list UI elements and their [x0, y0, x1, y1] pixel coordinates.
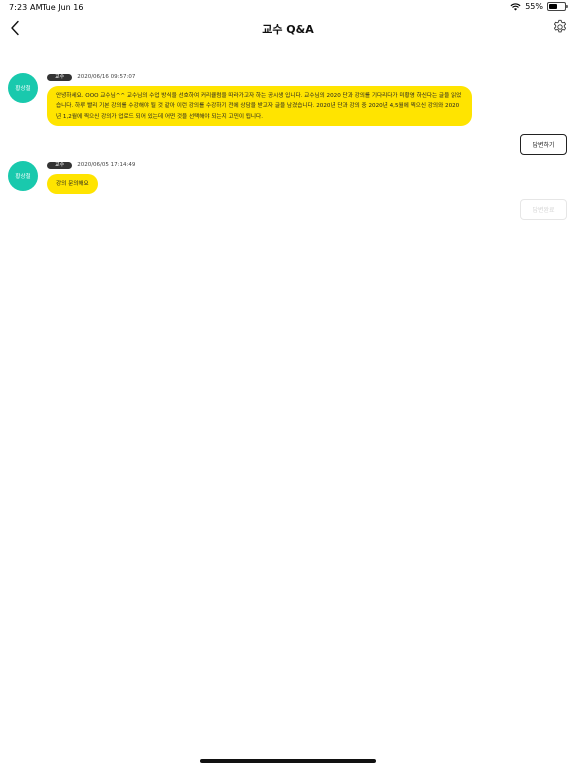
settings-button[interactable] [552, 19, 568, 35]
message-meta: 교수 2020/06/05 17:14:49 [47, 161, 135, 169]
status-date: Tue Jun 16 [42, 3, 84, 12]
message-timestamp: 2020/06/05 17:14:49 [77, 162, 136, 168]
status-time: 7:23 AM [9, 3, 43, 12]
navigation-bar: 교수 Q&A [0, 14, 576, 42]
message-bubble: 강의 문의해요 [47, 174, 98, 195]
message-bubble: 안녕하세요. OOO 교수님^^ 교수님의 수업 방식을 선호하여 커리큘럼을 … [47, 86, 472, 127]
gear-icon [553, 19, 567, 33]
wifi-icon [510, 2, 521, 11]
avatar: 황상철 [8, 161, 38, 191]
avatar: 황상철 [8, 73, 38, 103]
message-timestamp: 2020/06/16 09:57:07 [77, 74, 136, 80]
battery-percent: 55% [525, 2, 543, 11]
battery-level [549, 4, 558, 9]
home-indicator [200, 759, 376, 763]
role-badge: 교수 [47, 73, 73, 81]
page-title: 교수 Q&A [262, 23, 314, 36]
reply-button[interactable]: 답변하기 [520, 134, 567, 155]
role-badge: 교수 [47, 161, 73, 169]
reply-done-button: 답변완료 [520, 199, 567, 220]
battery-icon [547, 2, 568, 11]
message-meta: 교수 2020/06/16 09:57:07 [47, 73, 135, 81]
status-bar: 7:23 AM Tue Jun 16 55% [0, 0, 576, 14]
status-right: 55% [510, 2, 568, 11]
